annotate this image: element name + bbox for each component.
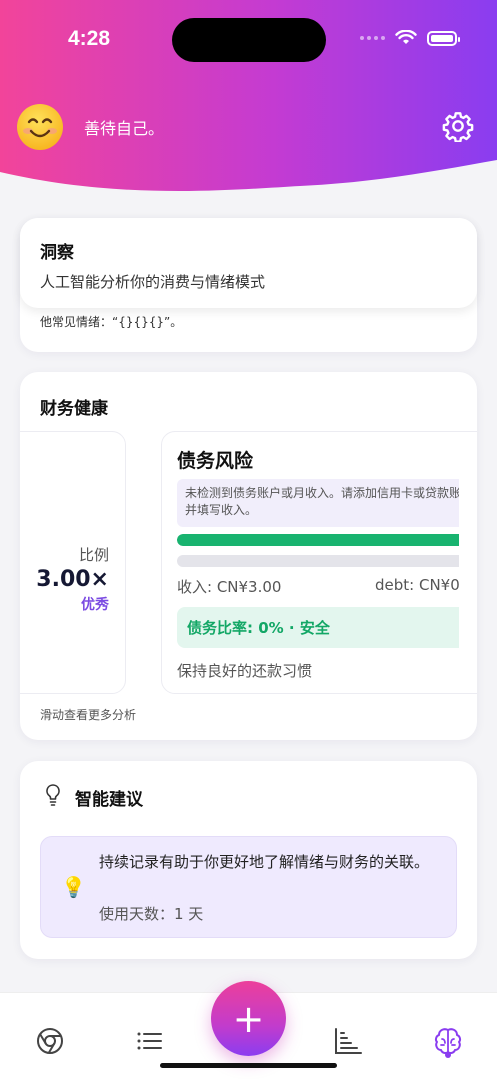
usage-days: 使用天数：1 天	[99, 905, 204, 923]
debt-risk-title: 债务风险	[177, 450, 254, 472]
debt-progress-bar	[177, 555, 459, 567]
ratio-value: 3.00×	[36, 567, 109, 592]
status-time: 4:28	[68, 27, 111, 50]
debt-note: 未检测到债务账户或月收入。请添加信用卡或贷款账户并填写收入。	[177, 479, 459, 527]
header-wave	[0, 160, 497, 210]
wifi-icon	[395, 30, 417, 44]
suggestion-text: 持续记录有助于你更好地了解情绪与财务的关联。	[99, 853, 430, 871]
debt-card-content: 债务风险 未检测到债务账户或月收入。请添加信用卡或贷款账户并填写收入。 收入: …	[162, 432, 459, 695]
chart-icon[interactable]	[333, 1026, 363, 1056]
smart-suggestions-card: 智能建议 💡 持续记录有助于你更好地了解情绪与财务的关联。 使用天数：1 天	[20, 761, 477, 959]
insight-header[interactable]: 洞察 人工智能分析你的消费与情绪模式	[20, 218, 477, 308]
chrome-icon[interactable]	[35, 1026, 65, 1056]
swipe-hint: 滑动查看更多分析	[40, 708, 137, 722]
avatar[interactable]	[16, 103, 64, 151]
ratio-card[interactable]: 比例 3.00× 优秀	[20, 431, 126, 694]
greeting-text: 善待自己。	[84, 119, 165, 138]
lightbulb-icon	[46, 784, 60, 806]
debt-ratio-status: 债务比率: 0% · 安全	[177, 607, 459, 648]
ratio-grade: 优秀	[81, 597, 109, 613]
active-tab-indicator	[445, 1052, 451, 1058]
suggestion-item[interactable]: 💡 持续记录有助于你更好地了解情绪与财务的关联。 使用天数：1 天	[40, 836, 457, 938]
financial-health-title: 财务健康	[40, 399, 108, 419]
list-icon[interactable]	[134, 1026, 164, 1056]
insight-title: 洞察	[40, 243, 74, 263]
cellular-signal-icon	[360, 36, 385, 40]
income-progress-fill	[177, 534, 459, 546]
ratio-label: 比例	[78, 546, 109, 564]
status-icons	[360, 30, 460, 46]
add-button[interactable]: +	[211, 981, 286, 1056]
insight-subtitle: 人工智能分析你的消费与情绪模式	[40, 273, 266, 291]
insight-card: 他常见情绪：“{}{}{}”。 洞察 人工智能分析你的消费与情绪模式	[20, 218, 477, 352]
income-amount: 收入: CN¥3.00	[177, 578, 282, 596]
add-icon: +	[232, 996, 265, 1041]
smart-suggestions-title: 智能建议	[75, 790, 143, 810]
lightbulb-emoji-icon: 💡	[61, 875, 86, 899]
income-progress-bar	[177, 534, 459, 546]
dynamic-island	[172, 18, 326, 62]
battery-icon	[427, 30, 460, 46]
financial-health-card: 财务健康 比例 3.00× 优秀 债务风险 未检测到债务账户或月收入。请添加信用…	[20, 372, 477, 740]
debt-tip: 保持良好的还款习惯	[177, 662, 313, 680]
debt-amount: debt: CN¥0	[375, 576, 459, 594]
debt-risk-card[interactable]: 债务风险 未检测到债务账户或月收入。请添加信用卡或贷款账户并填写收入。 收入: …	[161, 431, 477, 694]
common-emotion-text: 他常见情绪：“{}{}{}”。	[40, 315, 183, 329]
gear-icon[interactable]	[442, 110, 474, 142]
home-indicator	[160, 1063, 337, 1068]
